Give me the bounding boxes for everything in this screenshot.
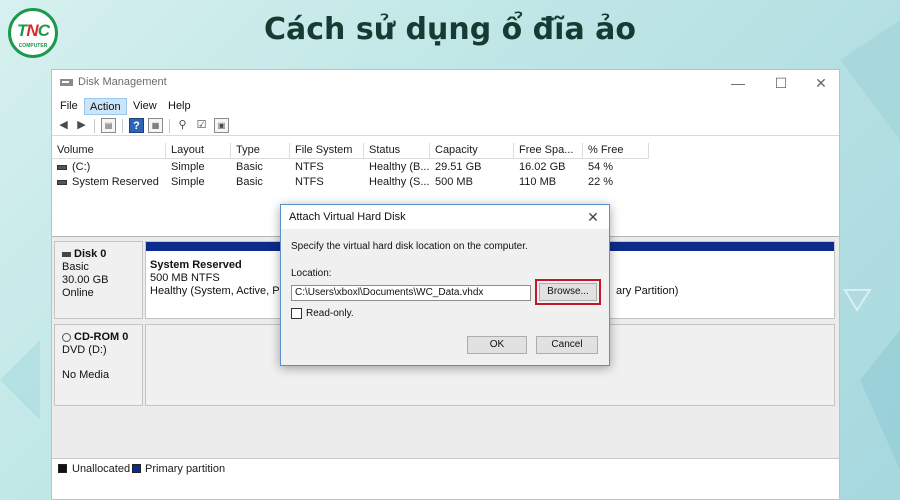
close-button[interactable]: ✕ (806, 72, 836, 94)
row-cell: NTFS (295, 161, 324, 173)
menu-help[interactable]: Help (163, 98, 196, 115)
ok-button[interactable]: OK (467, 336, 527, 354)
disk-icon (62, 252, 71, 257)
partition-status: Healthy (System, Active, Prim (150, 285, 295, 297)
legend-primary: Primary partition (145, 463, 226, 475)
cdrom-icon (62, 332, 71, 342)
connect-icon[interactable]: ⚲ (175, 118, 190, 133)
column-free-space[interactable]: Free Spa... (514, 143, 583, 159)
column-layout[interactable]: Layout (166, 143, 231, 159)
toolbar-separator (122, 119, 123, 133)
table-row[interactable]: (C:) (57, 161, 90, 173)
properties-icon[interactable]: ▦ (148, 118, 163, 133)
settings-panel-icon[interactable]: ▣ (214, 118, 229, 133)
dialog-instruction: Specify the virtual hard disk location o… (291, 241, 528, 252)
column-type[interactable]: Type (231, 143, 290, 159)
drive-icon (57, 179, 67, 185)
window-title: Disk Management (78, 76, 167, 88)
disk-type: Basic (62, 261, 89, 273)
row-cell: Healthy (S... (369, 176, 430, 188)
unallocated-swatch (58, 464, 67, 473)
cancel-button[interactable]: Cancel (536, 336, 598, 354)
row-cell: 500 MB (435, 176, 473, 188)
column-status[interactable]: Status (364, 143, 430, 159)
legend: Unallocated Primary partition (52, 458, 839, 478)
partition-size: 500 MB NTFS (150, 272, 220, 284)
row-cell: Basic (236, 176, 263, 188)
row-cell: 16.02 GB (519, 161, 566, 173)
window-titlebar: Disk Management — ☐ ✕ (52, 70, 839, 96)
browse-button[interactable]: Browse... (539, 283, 597, 301)
page-title: Cách sử dụng ổ đĩa ảo (264, 12, 636, 47)
primary-swatch (132, 464, 141, 473)
cdrom-0-label[interactable]: CD-ROM 0 DVD (D:) No Media (54, 324, 143, 406)
toolbar-separator (169, 119, 170, 133)
cdrom-status: No Media (62, 369, 110, 381)
partition-system-reserved[interactable]: System Reserved 500 MB NTFS Healthy (Sys… (150, 259, 295, 298)
forward-arrow-icon[interactable]: ▶ (74, 118, 89, 133)
dialog-titlebar: Attach Virtual Hard Disk ✕ (281, 205, 609, 229)
menubar: File Action View Help (52, 96, 839, 116)
menu-action[interactable]: Action (84, 98, 127, 115)
row-cell: 22 % (588, 176, 614, 188)
dialog-close-icon[interactable]: ✕ (583, 207, 603, 227)
disk-name: Disk 0 (74, 248, 107, 260)
row-cell: 110 MB (519, 176, 557, 188)
readonly-checkbox[interactable] (291, 308, 302, 319)
partition-name: System Reserved (150, 259, 242, 271)
table-row[interactable]: System Reserved (57, 176, 159, 188)
drive-icon (57, 164, 67, 170)
menu-view[interactable]: View (128, 98, 162, 115)
location-label: Location: (291, 268, 332, 279)
toolbar: ◀ ▶ ▤ ? ▦ ⚲ ☑ ▣ (52, 116, 839, 136)
menu-file[interactable]: File (55, 98, 83, 115)
column-percent-free[interactable]: % Free (583, 143, 649, 159)
show-hide-console-icon[interactable]: ▤ (101, 118, 116, 133)
disk-management-icon (60, 79, 73, 86)
row-cell: 54 % (588, 161, 614, 173)
disk-0-label[interactable]: Disk 0 Basic 30.00 GB Online (54, 241, 143, 319)
toolbar-separator (94, 119, 95, 133)
row-cell: Simple (171, 161, 205, 173)
back-arrow-icon[interactable]: ◀ (56, 118, 71, 133)
location-field[interactable]: C:\Users\xboxl\Documents\WC_Data.vhdx (291, 285, 531, 301)
column-capacity[interactable]: Capacity (430, 143, 514, 159)
partition-c-status[interactable]: ary Partition) (616, 285, 678, 298)
row-cell: Basic (236, 161, 263, 173)
row-cell: Healthy (B... (369, 161, 430, 173)
check-icon[interactable]: ☑ (194, 118, 209, 133)
column-file-system[interactable]: File System (290, 143, 364, 159)
cdrom-name: CD-ROM 0 (74, 331, 129, 343)
readonly-label[interactable]: Read-only. (306, 308, 354, 319)
row-cell: Simple (171, 176, 205, 188)
cdrom-type: DVD (D:) (62, 344, 107, 356)
row-cell: 29.51 GB (435, 161, 482, 173)
dialog-title: Attach Virtual Hard Disk (289, 211, 406, 223)
help-icon[interactable]: ? (129, 118, 144, 133)
attach-vhd-dialog: Attach Virtual Hard Disk ✕ Specify the v… (280, 204, 610, 366)
maximize-button[interactable]: ☐ (766, 72, 796, 94)
minimize-button[interactable]: — (723, 72, 753, 94)
column-volume[interactable]: Volume (52, 143, 166, 159)
disk-status: Online (62, 287, 94, 299)
row-cell: NTFS (295, 176, 324, 188)
legend-unallocated: Unallocated (72, 463, 131, 475)
disk-size: 30.00 GB (62, 274, 109, 286)
